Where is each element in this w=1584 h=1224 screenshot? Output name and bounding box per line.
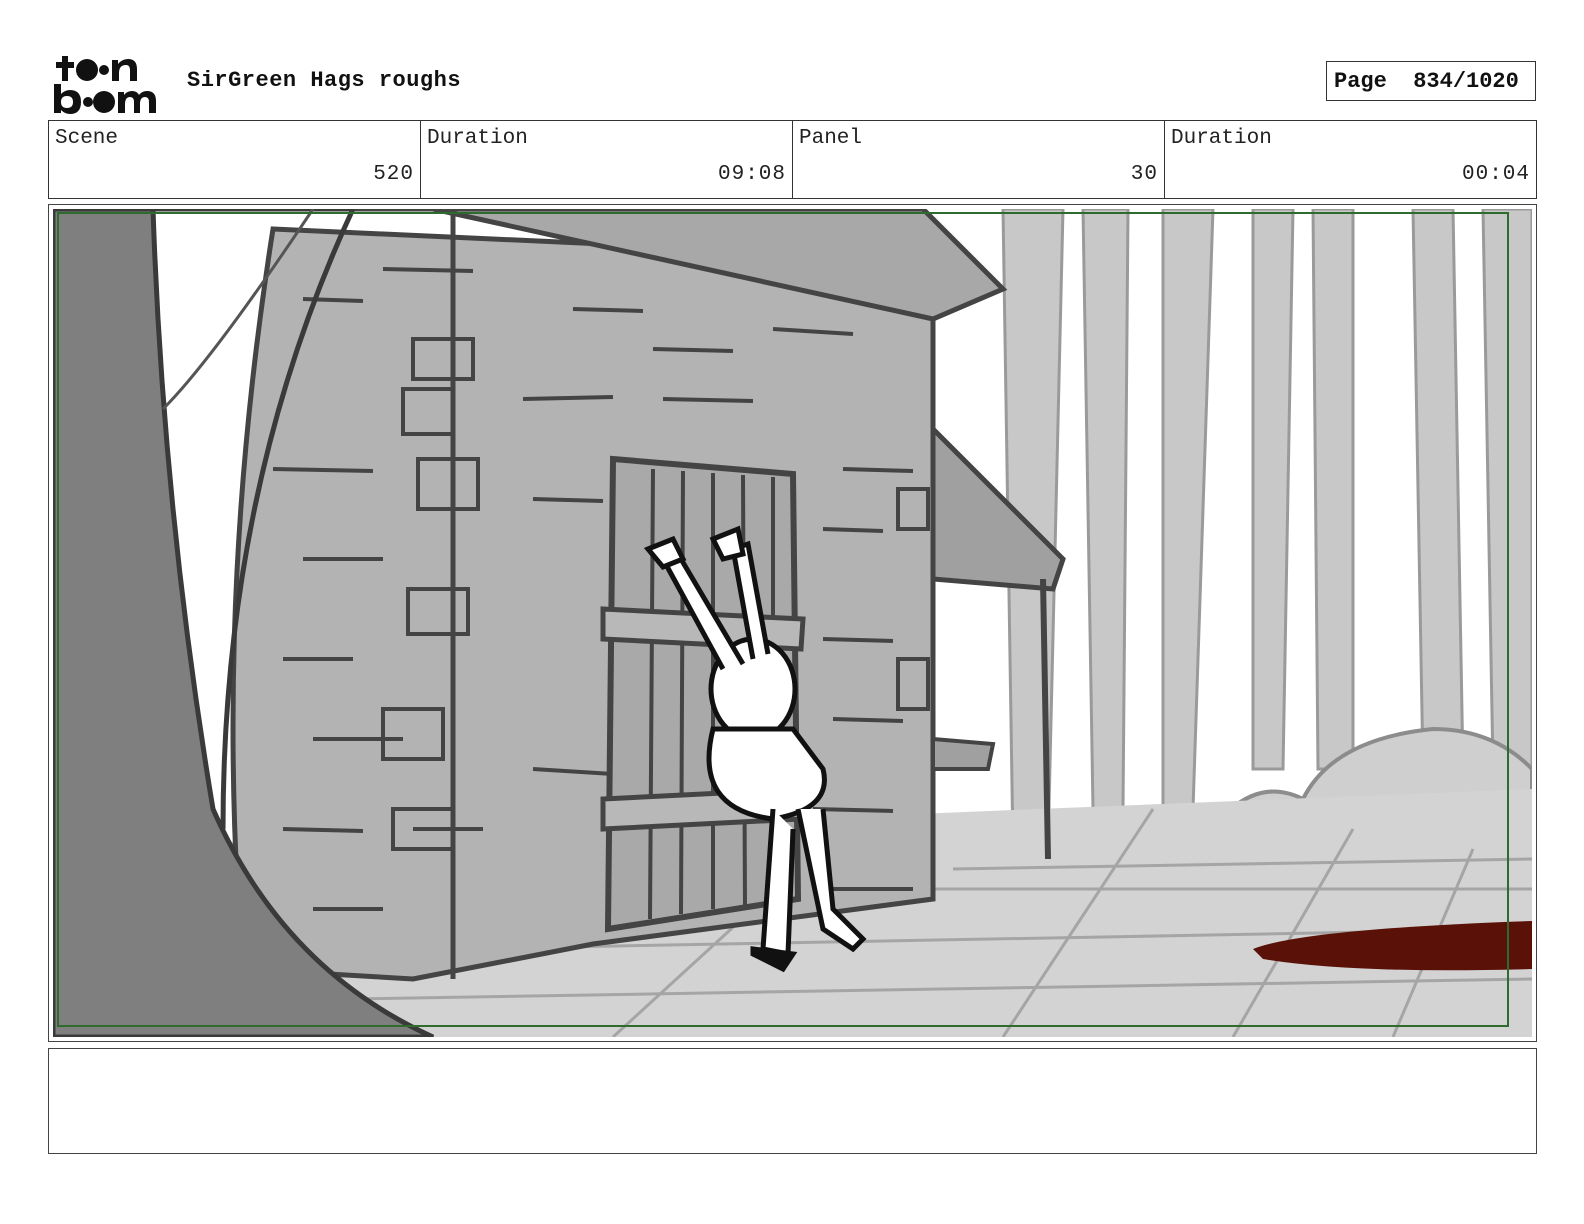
page-indicator: Page 834/1020 [1326,61,1536,101]
panel-notes [48,1048,1537,1154]
panel-duration-label: Duration [1171,127,1272,150]
storyboard-panel [48,204,1537,1042]
panel-duration-cell: Duration 00:04 [1165,121,1536,198]
scene-duration-label: Duration [427,127,528,150]
panel-duration-value: 00:04 [1461,163,1530,186]
scene-duration-value: 09:08 [717,163,786,186]
page-number: 834/1020 [1413,68,1519,94]
panel-cell: Panel 30 [793,121,1165,198]
toon-boom-logo [52,52,164,114]
panel-value: 30 [1130,163,1158,186]
panel-drawing [53,209,1532,1037]
scene-value: 520 [373,163,414,186]
scene-info-bar: Scene 520 Duration 09:08 Panel 30 Durati… [48,120,1537,199]
panel-label: Panel [799,127,863,150]
scene-duration-cell: Duration 09:08 [421,121,793,198]
project-title: SirGreen Hags roughs [187,68,462,93]
page-label: Page [1334,68,1387,94]
scene-label: Scene [55,127,119,150]
scene-cell: Scene 520 [49,121,421,198]
